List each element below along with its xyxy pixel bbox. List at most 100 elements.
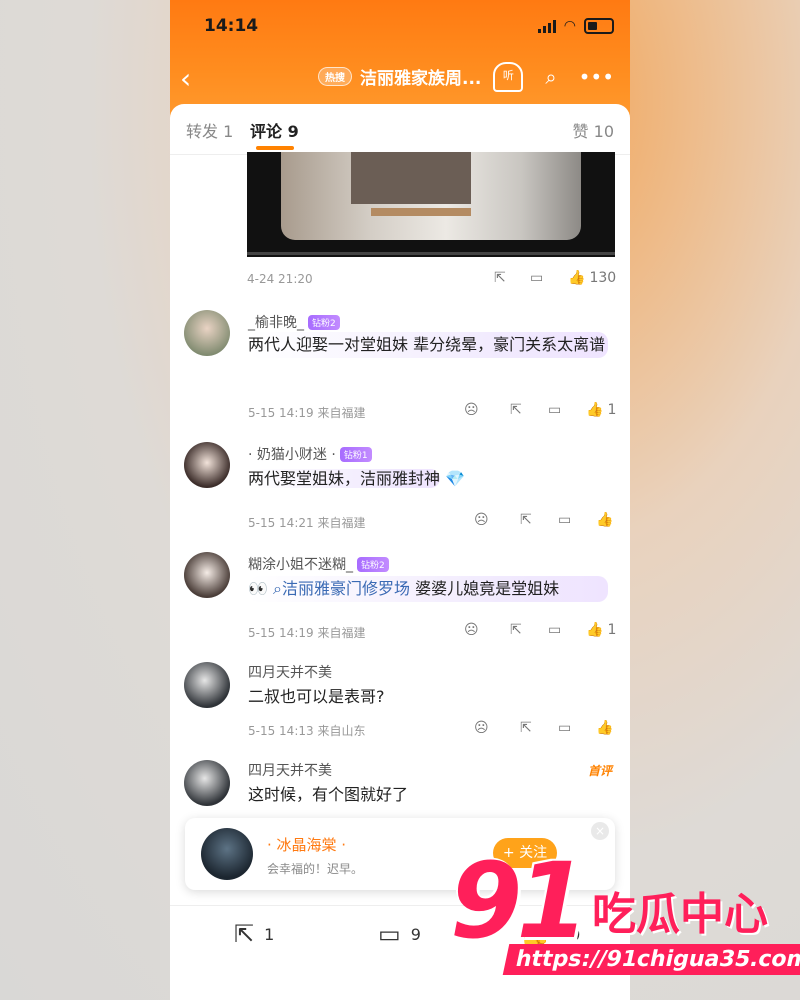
back-button[interactable]: ‹ xyxy=(180,62,191,95)
repost-count: 1 xyxy=(264,924,275,944)
username-text: 糊涂小姐不迷糊_ xyxy=(248,557,353,573)
watermark-title: 吃瓜中心 xyxy=(592,889,768,940)
recommended-username[interactable]: · 冰晶海棠 · xyxy=(267,834,346,855)
dislike-icon[interactable]: ☹ xyxy=(464,402,479,418)
like-count: 130 xyxy=(589,270,617,286)
username-text: 四月天并不美 xyxy=(248,665,332,681)
search-icon[interactable]: ⌕ xyxy=(545,65,556,89)
comment-icon[interactable]: ▭ xyxy=(548,622,561,638)
avatar[interactable] xyxy=(184,442,230,488)
like-button[interactable]: 👍 1 xyxy=(586,622,616,638)
comment-icon[interactable]: ▭ xyxy=(530,270,543,286)
comment-text: 两代娶堂姐妹，洁丽雅封神 💎 xyxy=(248,466,488,492)
dislike-icon[interactable]: ☹ xyxy=(464,622,479,638)
topic-text: 洁丽雅豪门修罗场 xyxy=(281,579,410,598)
username-text: · 奶猫小财迷 · xyxy=(248,447,336,463)
status-time: 14:14 xyxy=(204,16,259,36)
thumb-icon: 👍 xyxy=(586,622,604,638)
comment-item: · 奶猫小财迷 · 钻粉1 两代娶堂姐妹，洁丽雅封神 💎 5-15 14:21 … xyxy=(170,430,630,541)
comment-meta: 5-15 14:13 来自山东 xyxy=(248,724,366,738)
share-icon[interactable]: ⇱ xyxy=(520,512,532,528)
share-icon[interactable]: ⇱ xyxy=(510,402,522,418)
watermark-url: https://91chigua35.com xyxy=(502,944,800,975)
status-icons: ◠ xyxy=(537,18,614,34)
comment-meta: 5-15 14:19 来自福建 xyxy=(248,626,366,640)
comment-icon[interactable]: ▭ xyxy=(558,720,571,736)
comment-item: 糊涂小姐不迷糊_ 钻粉2 👀 ⌕洁丽雅豪门修罗场 婆婆儿媳竟是堂姐妹 5-15 … xyxy=(170,540,630,651)
avatar[interactable] xyxy=(201,828,253,880)
tab-comments[interactable]: 评论 9 xyxy=(250,118,299,142)
thumb-icon: 👍 xyxy=(586,402,604,418)
share-icon[interactable]: ⇱ xyxy=(520,720,532,736)
comment-username[interactable]: 四月天并不美 xyxy=(248,760,332,780)
like-count: 1 xyxy=(607,622,617,638)
fan-badge: 钻粉1 xyxy=(339,446,372,462)
comment-text: 这时候，有个图就好了 xyxy=(248,785,409,804)
thumb-icon: 👍 xyxy=(568,270,586,286)
avatar[interactable] xyxy=(184,760,230,806)
dislike-icon[interactable]: ☹ xyxy=(474,512,489,528)
comment-text-body: 两代娶堂姐妹，洁丽雅封神 xyxy=(248,469,441,488)
comment-count: 9 xyxy=(410,924,421,944)
comment-text: 👀 ⌕洁丽雅豪门修罗场 婆婆儿媳竟是堂姐妹 xyxy=(248,576,608,602)
listen-button[interactable]: 听 xyxy=(493,62,524,92)
share-icon[interactable]: ⇱ xyxy=(494,270,506,286)
top-bar: 14:14 ◠ ‹ 热搜 洁丽雅家族周... 听 ⌕ ••• xyxy=(170,0,630,120)
comment-text-body: 婆婆儿媳竟是堂姐妹 xyxy=(415,579,560,598)
hot-search-badge: 热搜 xyxy=(318,67,352,86)
tab-bar: 转发 1 评论 9 赞 10 xyxy=(170,104,630,155)
tab-likes[interactable]: 赞 10 xyxy=(573,118,614,142)
tab-indicator xyxy=(256,146,294,150)
post-date: 4-24 21:20 xyxy=(247,272,313,286)
nav-icons: 听 ⌕ ••• xyxy=(493,62,614,92)
comment-icon[interactable]: ▭ xyxy=(548,402,561,418)
recommended-bio: 会幸福的！迟早。 xyxy=(267,862,364,876)
shelf xyxy=(371,208,471,216)
wifi-icon: ◠ xyxy=(563,18,576,34)
tab-repost[interactable]: 转发 1 xyxy=(186,118,233,142)
comment-button[interactable]: ▭ 9 xyxy=(378,920,421,948)
first-comment-badge: 首评 xyxy=(587,764,612,778)
video-frame xyxy=(281,152,581,240)
comment-username[interactable]: · 奶猫小财迷 · 钻粉1 xyxy=(248,444,372,464)
username-text: _榆非晚_ xyxy=(248,315,304,331)
comment-meta: 5-15 14:21 来自福建 xyxy=(248,516,366,530)
comment-text: 两代人迎娶一对堂姐妹 辈分绕晕，豪门关系太离谱 xyxy=(248,332,608,358)
fan-badge: 钻粉2 xyxy=(308,314,340,330)
fan-badge: 钻粉2 xyxy=(357,556,389,572)
avatar[interactable] xyxy=(184,662,230,708)
comment-icon[interactable]: ▭ xyxy=(558,512,571,528)
comment-icon: ▭ xyxy=(378,920,401,948)
like-button[interactable]: 👍 1 xyxy=(586,402,616,418)
like-count: 1 xyxy=(607,402,617,418)
thumb-icon: 👍 xyxy=(596,512,614,528)
repost-button[interactable]: ⇱ 1 xyxy=(234,920,274,948)
comment-username[interactable]: 糊涂小姐不迷糊_ 钻粉2 xyxy=(248,554,389,574)
comment-text: 二叔也可以是表哥? xyxy=(248,687,385,706)
like-button[interactable]: 👍 xyxy=(596,720,613,736)
thumb-icon: 👍 xyxy=(596,720,614,736)
close-icon[interactable]: × xyxy=(591,822,609,840)
site-watermark: 91 吃瓜中心 https://91chigua35.com xyxy=(440,840,800,990)
share-icon[interactable]: ⇱ xyxy=(510,622,522,638)
comment-username[interactable]: 四月天并不美 xyxy=(248,662,332,682)
diamond-icon: 💎 xyxy=(445,469,466,488)
like-button[interactable]: 👍 130 xyxy=(568,270,616,286)
username-text: 四月天并不美 xyxy=(248,763,332,779)
comment-item: 四月天并不美 首评 这时候，有个图就好了 xyxy=(170,748,630,828)
avatar[interactable] xyxy=(184,552,230,598)
tv-wall xyxy=(351,152,471,204)
topic-link[interactable]: ⌕洁丽雅豪门修罗场 xyxy=(273,579,410,598)
more-icon[interactable]: ••• xyxy=(579,65,614,89)
battery-icon xyxy=(584,18,614,34)
like-button[interactable]: 👍 xyxy=(596,512,613,528)
nav-title[interactable]: 热搜 洁丽雅家族周... xyxy=(318,64,481,89)
post-title: 洁丽雅家族周... xyxy=(360,69,482,89)
comment-username[interactable]: _榆非晚_ 钻粉2 xyxy=(248,312,340,332)
avatar[interactable] xyxy=(184,310,230,356)
signal-icon xyxy=(537,19,556,33)
comment-meta: 5-15 14:19 来自福建 xyxy=(248,406,366,420)
dislike-icon[interactable]: ☹ xyxy=(474,720,489,736)
video-thumbnail[interactable] xyxy=(247,152,615,257)
comment-item: _榆非晚_ 钻粉2 两代人迎娶一对堂姐妹 辈分绕晕，豪门关系太离谱 5-15 1… xyxy=(170,298,630,431)
